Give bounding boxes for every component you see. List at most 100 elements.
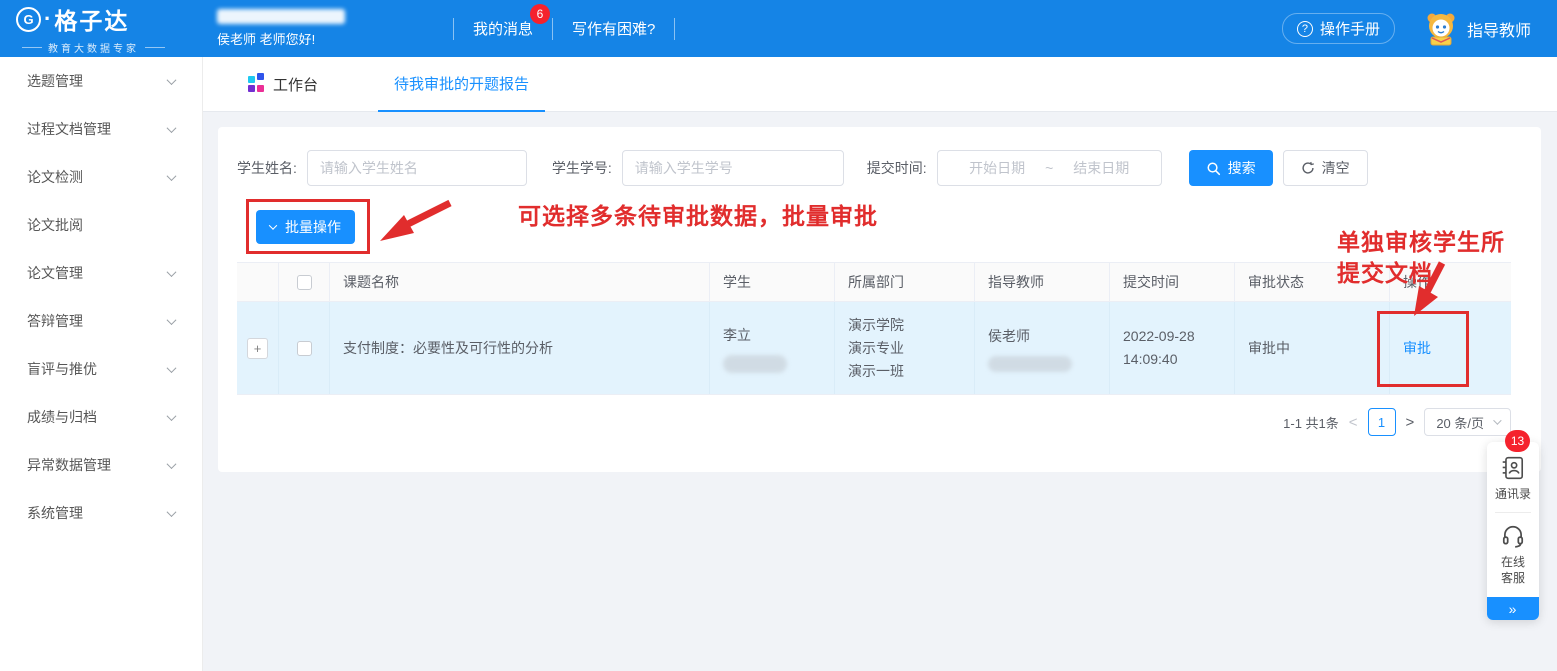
batch-operation-button[interactable]: 批量操作 [256,210,355,244]
batch-row: 批量操作 [237,210,1511,244]
student-name-label: 学生姓名: [237,158,297,178]
sidebar-item-system-management[interactable]: 系统管理 [0,489,202,537]
cell-student: 李立 [710,302,835,394]
student-id-input[interactable] [622,150,844,186]
redacted-student-id [723,355,787,373]
pagination-summary: 1-1 共1条 [1283,413,1339,432]
messages-count-badge: 6 [530,4,550,24]
nav-my-messages[interactable]: 我的消息 6 [454,18,552,39]
sidebar-item-abnormal-data[interactable]: 异常数据管理 [0,441,202,489]
online-service-label[interactable]: 在线 客服 [1501,554,1525,586]
cell-status: 审批中 [1235,302,1390,394]
col-submit-time: 提交时间 [1110,263,1235,301]
sidebar-item-defense-management[interactable]: 答辩管理 [0,297,202,345]
chevron-down-icon [269,221,277,229]
manual-button[interactable]: ? 操作手册 [1282,13,1395,44]
col-student: 学生 [710,263,835,301]
chevron-down-icon [1493,416,1501,424]
sidebar-item-label: 答辩管理 [27,311,83,331]
user-greeting: 侯老师 老师您好! [217,29,345,48]
nav-divider [674,18,675,40]
search-button[interactable]: 搜索 [1189,150,1273,186]
sidebar-item-process-docs[interactable]: 过程文档管理 [0,105,202,153]
nav-writing-help[interactable]: 写作有困难? [553,18,674,39]
sidebar-item-paper-check[interactable]: 论文检测 [0,153,202,201]
dept-major: 演示专业 [848,337,904,360]
student-name: 李立 [723,324,751,347]
table-row: + 支付制度：必要性及可行性的分析 李立 演示学院 演示专业 演示一班 侯老师 … [237,302,1511,395]
advisor-name: 侯老师 [988,325,1030,348]
filter-bar: 学生姓名: 学生学号: 提交时间: 开始日期 ~ 结束日期 搜索 清空 [237,150,1511,186]
prev-page-button[interactable]: < [1349,414,1358,431]
search-icon [1206,161,1221,176]
clear-button[interactable]: 清空 [1283,150,1368,186]
sidebar-item-label: 论文批阅 [27,215,83,235]
sidebar-item-paper-review[interactable]: 论文批阅 [0,201,202,249]
headset-icon[interactable] [1500,523,1526,549]
sidebar-item-label: 论文管理 [27,263,83,283]
sidebar-item-label: 盲评与推优 [27,359,97,379]
sidebar-item-label: 过程文档管理 [27,119,111,139]
col-title: 课题名称 [330,263,710,301]
student-id-label: 学生学号: [552,158,612,178]
main-panel: 学生姓名: 学生学号: 提交时间: 开始日期 ~ 结束日期 搜索 清空 [218,127,1541,472]
header-nav: 我的消息 6 写作有困难? [453,18,675,40]
sidebar-item-paper-management[interactable]: 论文管理 [0,249,202,297]
manual-label: 操作手册 [1320,18,1380,39]
approve-link[interactable]: 审批 [1403,338,1431,358]
cell-title: 支付制度：必要性及可行性的分析 [330,302,710,394]
row-checkbox[interactable] [297,341,312,356]
user-info: 侯老师 老师您好! [217,9,345,48]
sidebar-item-grades-archive[interactable]: 成绩与归档 [0,393,202,441]
sidebar-item-topic-management[interactable]: 选题管理 [0,57,202,105]
date-tilde: ~ [1045,160,1053,176]
tab-workbench[interactable]: 工作台 [248,57,318,111]
cell-department: 演示学院 演示专业 演示一班 [835,302,975,394]
redacted-school-name [217,9,345,24]
next-page-button[interactable]: > [1406,414,1415,431]
date-end-placeholder: 结束日期 [1073,158,1129,178]
collapse-toolbar-button[interactable]: » [1487,597,1539,620]
chevron-down-icon [167,267,177,277]
expand-row-button[interactable]: + [247,338,268,359]
cell-advisor: 侯老师 [975,302,1110,394]
chevron-down-icon [167,315,177,325]
page-size-select[interactable]: 20 条/页 [1424,408,1511,436]
online-service-line2: 客服 [1501,570,1525,586]
nav-writing-help-label: 写作有困难? [572,21,655,38]
tab-workbench-label: 工作台 [273,74,318,95]
sidebar-item-label: 成绩与归档 [27,407,97,427]
dept-college: 演示学院 [848,314,904,337]
contacts-badge: 13 [1505,430,1530,452]
student-name-input[interactable] [307,150,527,186]
workbench-grid-icon [248,76,264,92]
sidebar-item-blind-review[interactable]: 盲评与推优 [0,345,202,393]
chevron-down-icon [167,123,177,133]
clear-button-label: 清空 [1322,158,1350,178]
col-department: 所属部门 [835,263,975,301]
sidebar-item-label: 系统管理 [27,503,83,523]
cell-submit-time: 2022-09-28 14:09:40 [1110,302,1235,394]
select-all-checkbox[interactable] [297,275,312,290]
contacts-icon[interactable] [1500,455,1526,481]
question-circle-icon: ? [1297,21,1313,37]
submit-time-label: 提交时间: [867,158,927,178]
mascot-icon [1423,11,1459,46]
dept-class: 演示一班 [848,360,904,383]
col-advisor: 指导教师 [975,263,1110,301]
advisor-role-button[interactable]: 指导教师 [1423,11,1531,46]
contacts-label[interactable]: 通讯录 [1495,486,1531,502]
batch-operation-label: 批量操作 [285,217,341,237]
pagination: 1-1 共1条 < 1 > 20 条/页 [237,408,1511,436]
chevron-down-icon [167,363,177,373]
logo[interactable]: G · 格子达 教育大数据专家 [0,2,203,55]
submit-date: 2022-09-28 [1123,325,1195,348]
header-right: ? 操作手册 指导教师 [1282,11,1557,46]
tab-pending-proposal-reports[interactable]: 待我审批的开题报告 [378,57,545,112]
chevron-down-icon [167,171,177,181]
page-1-button[interactable]: 1 [1368,408,1396,436]
date-range-picker[interactable]: 开始日期 ~ 结束日期 [937,150,1162,186]
approval-table: 课题名称 学生 所属部门 指导教师 提交时间 审批状态 操作 + 支付制度：必要… [237,262,1511,395]
tab-active-label: 待我审批的开题报告 [394,73,529,94]
table-header-row: 课题名称 学生 所属部门 指导教师 提交时间 审批状态 操作 [237,262,1511,302]
